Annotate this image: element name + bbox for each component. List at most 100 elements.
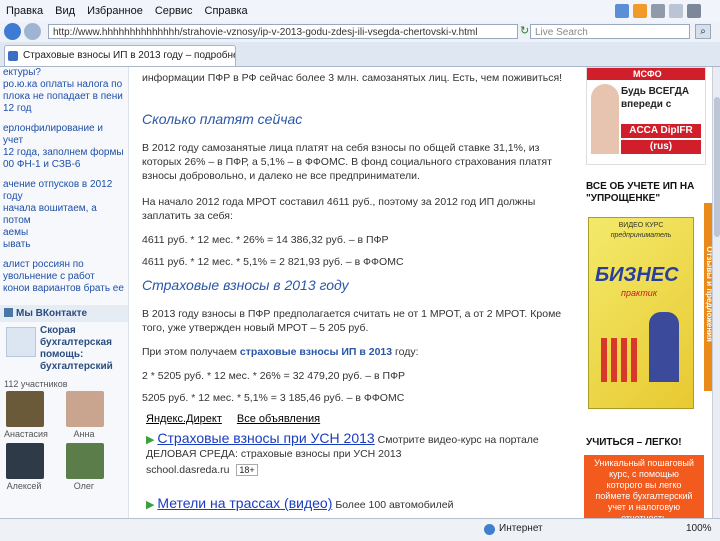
related-link[interactable]: 12 года, заполнем формы (3, 147, 125, 159)
course-box-image[interactable]: ВИДЕО КУРС предприниматель БИЗНЕС практи… (588, 217, 694, 409)
yandex-direct-link[interactable]: Яндекс.Директ (146, 413, 222, 425)
related-link[interactable]: ро.ю.ка оплаты налога по (3, 79, 125, 91)
active-tab[interactable]: Страховые взносы ИП в 2013 году – подроб… (4, 45, 236, 66)
ads-header: Яндекс.Директ Все объявления (146, 413, 320, 425)
page-viewport: ектуры? ро.ю.ка оплаты налога по плока н… (0, 67, 712, 518)
box-figure (649, 312, 679, 382)
related-link[interactable]: ывать (3, 239, 125, 251)
feedback-side-tab[interactable]: Отзывы и предложения (704, 203, 712, 391)
home-icon[interactable] (615, 4, 629, 18)
banner-woman-photo (591, 84, 619, 154)
related-link[interactable]: плока не попадает в пени (3, 91, 125, 103)
related-link[interactable]: конои вариантов брать ее (3, 283, 125, 295)
related-link[interactable]: 00 ФН-1 и СЗВ-6 (3, 159, 125, 171)
banner-acca: ACCA DipIFR (621, 124, 701, 138)
intro-paragraph: информации ПФР в РФ сейчас более 3 млн. … (142, 72, 563, 84)
related-link[interactable]: начала вошитаем, а потом (3, 203, 125, 227)
heading-current-payments: Сколько платят сейчас (142, 111, 303, 127)
forward-icon[interactable] (24, 23, 41, 40)
search-input[interactable]: Live Search (530, 24, 690, 39)
paragraph-mrot-2012: На начало 2012 года МРОТ составил 4611 р… (142, 196, 536, 222)
member-name[interactable]: Олег (64, 481, 104, 491)
related-link[interactable]: ерлонфилирование и учет (3, 123, 125, 147)
paragraph-2013-mrot: В 2013 году взносы в ПФР предполагается … (142, 308, 562, 334)
play-icon: ▶ (146, 434, 155, 446)
ad-1-url[interactable]: school.dasreda.ru (146, 464, 229, 476)
contributions-link[interactable]: страховые взносы ИП в 2013 (240, 346, 392, 358)
url-input[interactable]: http://www.hhhhhhhhhhhhhh/strahovie-vzno… (48, 24, 518, 39)
ad-2-title[interactable]: Метели на трассах (видео) (157, 495, 332, 511)
member-avatar[interactable] (66, 443, 104, 479)
calc-pfr-2013: 2 * 5205 руб. * 12 мес. * 26% = 32 479,2… (142, 370, 406, 382)
member-name[interactable]: Алексей (4, 481, 44, 491)
ad-block-1: ▶ Страховые взносы при УСН 2013 Смотрите… (146, 431, 566, 477)
box-chart-graphic (601, 338, 641, 382)
calc-ffoms-2012: 4611 руб. * 12 мес. * 5,1% = 2 821,93 ру… (142, 256, 404, 268)
status-zone: Интернет (499, 523, 543, 534)
learn-banner-text: Уникальный пошаговый курс, с помощью кот… (594, 458, 694, 518)
related-link[interactable]: увольнение с работ (3, 271, 125, 283)
related-link[interactable]: ектуры? (3, 67, 125, 79)
right-sidebar: МСФО Будь ВСЕГДА впереди с ACCA DipIFR (… (578, 67, 712, 518)
menu-view[interactable]: Вид (49, 0, 81, 22)
menu-favorites[interactable]: Избранное (81, 0, 149, 22)
tools-icon[interactable] (687, 4, 701, 18)
member-avatar[interactable] (6, 443, 44, 479)
menu-tools[interactable]: Сервис (149, 0, 199, 22)
member-name[interactable]: Анастасия (4, 429, 48, 439)
vk-widget: Мы ВКонтакте Скорая бухгалтерская помощь… (0, 305, 128, 491)
related-links: ектуры? ро.ю.ка оплаты налога по плока н… (3, 67, 125, 295)
menu-help[interactable]: Справка (199, 0, 254, 22)
learn-banner[interactable]: Уникальный пошаговый курс, с помощью кот… (584, 455, 704, 518)
refresh-icon[interactable]: ↻ (520, 25, 529, 38)
calc-pfr-2012: 4611 руб. * 12 мес. * 26% = 14 386,32 ру… (142, 234, 389, 246)
paragraph-2012-rates: В 2012 году самозанятые лица платят на с… (142, 142, 552, 182)
vk-logo-icon (4, 308, 13, 317)
ad-block-2: ▶ Метели на трассах (видео) Более 100 ав… (146, 495, 566, 511)
status-bar: Интернет 100% (0, 518, 720, 541)
back-icon[interactable] (4, 23, 21, 40)
member-avatar[interactable] (6, 391, 44, 427)
zone-icon (484, 524, 495, 535)
page-icon[interactable] (669, 4, 683, 18)
play-icon: ▶ (146, 499, 155, 511)
heading-2013-contributions: Страховые взносы в 2013 году (142, 277, 349, 293)
vk-members-count: 112 участников (4, 379, 68, 389)
member-avatar[interactable] (66, 391, 104, 427)
scrollbar-thumb[interactable] (714, 97, 720, 237)
feedback-label: Отзывы и предложения (705, 246, 712, 342)
section-title-learn: УЧИТЬСЯ – ЛЕГКО! (586, 437, 682, 448)
left-sidebar: ектуры? ро.ю.ка оплаты налога по плока н… (0, 67, 129, 518)
ad-1-title[interactable]: Страховые взносы при УСН 2013 (157, 430, 374, 446)
zoom-level[interactable]: 100% (686, 523, 712, 534)
age-badge: 18+ (236, 464, 258, 476)
acca-banner[interactable]: МСФО Будь ВСЕГДА впереди с ACCA DipIFR (… (586, 67, 706, 165)
vk-group-name[interactable]: Скорая бухгалтерская помощь: бухгалтерск… (40, 325, 124, 373)
member-name[interactable]: Анна (64, 429, 104, 439)
page-favicon-icon (8, 51, 18, 61)
search-icon[interactable]: ⌕ (695, 24, 711, 39)
box-title: БИЗНЕС (595, 264, 679, 286)
banner-rus: (rus) (621, 140, 701, 154)
tab-bar: Страховые взносы ИП в 2013 году – подроб… (0, 42, 720, 67)
related-link[interactable]: ачение отпусков в 2012 году (3, 179, 125, 203)
banner-logo: МСФО (633, 69, 662, 79)
menu-edit[interactable]: Правка (0, 0, 49, 22)
related-link[interactable]: алист россиян по (3, 259, 125, 271)
paragraph-2013-calc-intro: При этом получаем страховые взносы ИП в … (142, 346, 419, 358)
section-title-usn: ВСЕ ОБ УЧЕТЕ ИП НА "УПРОЩЕНКЕ" (586, 181, 695, 204)
vk-widget-title: Мы ВКонтакте (0, 305, 128, 322)
print-icon[interactable] (651, 4, 665, 18)
calc-ffoms-2013: 5205 руб. * 12 мес. * 5,1% = 3 185,46 ру… (142, 392, 405, 404)
vk-group-avatar[interactable] (6, 327, 36, 357)
address-bar: http://www.hhhhhhhhhhhhhh/strahovie-vzno… (0, 22, 720, 43)
box-subtitle: предприниматель (610, 232, 672, 239)
all-ads-link[interactable]: Все объявления (237, 413, 320, 425)
related-link[interactable]: 12 год (3, 103, 125, 115)
page-scrollbar[interactable] (712, 67, 720, 518)
feed-icon[interactable] (633, 4, 647, 18)
menu-bar: Правка Вид Избранное Сервис Справка (0, 0, 720, 23)
box-top-label: ВИДЕО КУРС (618, 222, 664, 229)
related-link[interactable]: аемы (3, 227, 125, 239)
box-subtitle-2: практик (621, 288, 658, 298)
